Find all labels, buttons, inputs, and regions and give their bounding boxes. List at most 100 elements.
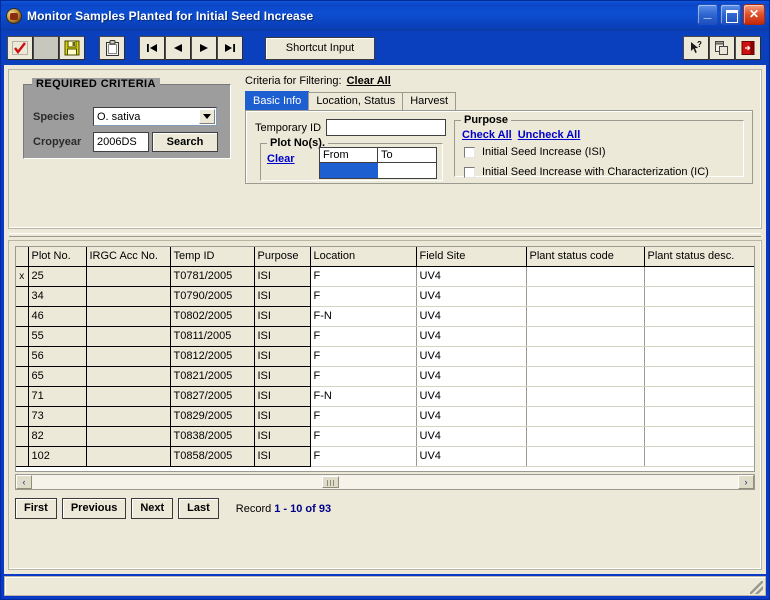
close-button[interactable]: ✕	[743, 4, 765, 25]
table-row[interactable]: 55 T0811/2005 ISI F UV4	[16, 326, 754, 347]
grid-horizontal-scrollbar[interactable]: ‹ ›	[15, 474, 755, 490]
cell-purpose[interactable]: ISI	[254, 426, 311, 447]
grid-header-purpose[interactable]: Purpose	[254, 247, 311, 267]
cell-purpose[interactable]: ISI	[254, 306, 311, 327]
cell-temp-id[interactable]: T0802/2005	[170, 306, 255, 327]
cell-status-code[interactable]	[526, 346, 645, 367]
checkbox-isi-icon[interactable]	[464, 146, 475, 158]
cell-field-site[interactable]: UV4	[416, 346, 527, 367]
plot-clear-link[interactable]: Clear	[267, 153, 295, 165]
cell-location[interactable]: F	[310, 426, 417, 447]
cell-status-code[interactable]	[526, 366, 645, 387]
cell-location[interactable]: F	[310, 406, 417, 427]
cell-temp-id[interactable]: T0858/2005	[170, 446, 255, 467]
row-marker[interactable]	[16, 366, 29, 387]
cell-location[interactable]: F	[310, 266, 417, 287]
grid-header-location[interactable]: Location	[310, 247, 417, 267]
cell-irgc[interactable]	[86, 406, 171, 427]
cell-status-code[interactable]	[526, 406, 645, 427]
row-marker[interactable]	[16, 426, 29, 447]
row-marker[interactable]	[16, 286, 29, 307]
grid-header-field-site[interactable]: Field Site	[416, 247, 527, 267]
row-marker[interactable]	[16, 326, 29, 347]
scroll-right-button[interactable]: ›	[738, 475, 754, 489]
tab-location-status[interactable]: Location, Status	[308, 92, 404, 110]
next-button[interactable]: Next	[131, 498, 174, 519]
cell-field-site[interactable]: UV4	[416, 266, 527, 287]
grid-header-status-code[interactable]: Plant status code	[526, 247, 645, 267]
table-row[interactable]: 56 T0812/2005 ISI F UV4	[16, 346, 754, 367]
cell-location[interactable]: F	[310, 446, 417, 467]
cell-status-desc[interactable]	[644, 346, 754, 367]
help-button[interactable]: ?	[683, 36, 709, 60]
confirm-check-button[interactable]	[7, 36, 33, 60]
cell-plot-no[interactable]: 25	[28, 266, 87, 287]
cell-purpose[interactable]: ISI	[254, 286, 311, 307]
table-row[interactable]: 71 T0827/2005 ISI F-N UV4	[16, 386, 754, 407]
cell-field-site[interactable]: UV4	[416, 426, 527, 447]
table-row[interactable]: 34 T0790/2005 ISI F UV4	[16, 286, 754, 307]
cell-temp-id[interactable]: T0821/2005	[170, 366, 255, 387]
cell-status-desc[interactable]	[644, 426, 754, 447]
purpose-option-ic[interactable]: Initial Seed Increase with Characterizat…	[464, 166, 709, 178]
cell-plot-no[interactable]: 65	[28, 366, 87, 387]
tab-basic-info[interactable]: Basic Info	[245, 91, 310, 110]
cell-irgc[interactable]	[86, 446, 171, 467]
cell-temp-id[interactable]: T0829/2005	[170, 406, 255, 427]
cell-location[interactable]: F-N	[310, 306, 417, 327]
table-row[interactable]: 82 T0838/2005 ISI F UV4	[16, 426, 754, 447]
cell-status-desc[interactable]	[644, 406, 754, 427]
chevron-down-icon[interactable]	[199, 109, 215, 124]
cell-plot-no[interactable]: 73	[28, 406, 87, 427]
cropyear-input[interactable]: 2006DS	[93, 132, 149, 152]
cell-purpose[interactable]: ISI	[254, 406, 311, 427]
cell-irgc[interactable]	[86, 426, 171, 447]
cell-status-code[interactable]	[526, 386, 645, 407]
last-record-button[interactable]	[217, 36, 243, 60]
clipboard-button[interactable]	[99, 36, 125, 60]
clear-all-link[interactable]: Clear All	[347, 75, 391, 87]
grid-header-plot-no[interactable]: Plot No.	[28, 247, 87, 267]
cell-location[interactable]: F	[310, 286, 417, 307]
cell-plot-no[interactable]: 46	[28, 306, 87, 327]
cell-plot-no[interactable]: 34	[28, 286, 87, 307]
cell-field-site[interactable]: UV4	[416, 326, 527, 347]
previous-record-button[interactable]	[165, 36, 191, 60]
row-marker[interactable]	[16, 306, 29, 327]
cell-irgc[interactable]	[86, 286, 171, 307]
cell-plot-no[interactable]: 82	[28, 426, 87, 447]
cell-purpose[interactable]: ISI	[254, 446, 311, 467]
cell-status-desc[interactable]	[644, 386, 754, 407]
cell-location[interactable]: F	[310, 326, 417, 347]
cell-plot-no[interactable]: 71	[28, 386, 87, 407]
cell-status-desc[interactable]	[644, 306, 754, 327]
table-row[interactable]: 46 T0802/2005 ISI F-N UV4	[16, 306, 754, 327]
cell-purpose[interactable]: ISI	[254, 326, 311, 347]
scroll-left-button[interactable]: ‹	[16, 475, 32, 489]
cell-irgc[interactable]	[86, 366, 171, 387]
row-marker[interactable]	[16, 386, 29, 407]
cell-field-site[interactable]: UV4	[416, 306, 527, 327]
first-button[interactable]: First	[15, 498, 57, 519]
table-row[interactable]: 65 T0821/2005 ISI F UV4	[16, 366, 754, 387]
cell-temp-id[interactable]: T0790/2005	[170, 286, 255, 307]
cell-status-code[interactable]	[526, 286, 645, 307]
cell-field-site[interactable]: UV4	[416, 386, 527, 407]
cell-purpose[interactable]: ISI	[254, 266, 311, 287]
species-select[interactable]: O. sativa	[93, 107, 217, 126]
cell-temp-id[interactable]: T0781/2005	[170, 266, 255, 287]
first-record-button[interactable]	[139, 36, 165, 60]
next-record-button[interactable]	[191, 36, 217, 60]
cell-purpose[interactable]: ISI	[254, 346, 311, 367]
cell-irgc[interactable]	[86, 266, 171, 287]
save-button[interactable]	[59, 36, 85, 60]
cell-status-desc[interactable]	[644, 446, 754, 467]
cell-status-code[interactable]	[526, 326, 645, 347]
cell-status-code[interactable]	[526, 426, 645, 447]
cell-field-site[interactable]: UV4	[416, 406, 527, 427]
cell-status-desc[interactable]	[644, 366, 754, 387]
cell-field-site[interactable]: UV4	[416, 446, 527, 467]
cell-temp-id[interactable]: T0811/2005	[170, 326, 255, 347]
cell-status-code[interactable]	[526, 306, 645, 327]
scrollbar-track[interactable]	[32, 475, 738, 489]
